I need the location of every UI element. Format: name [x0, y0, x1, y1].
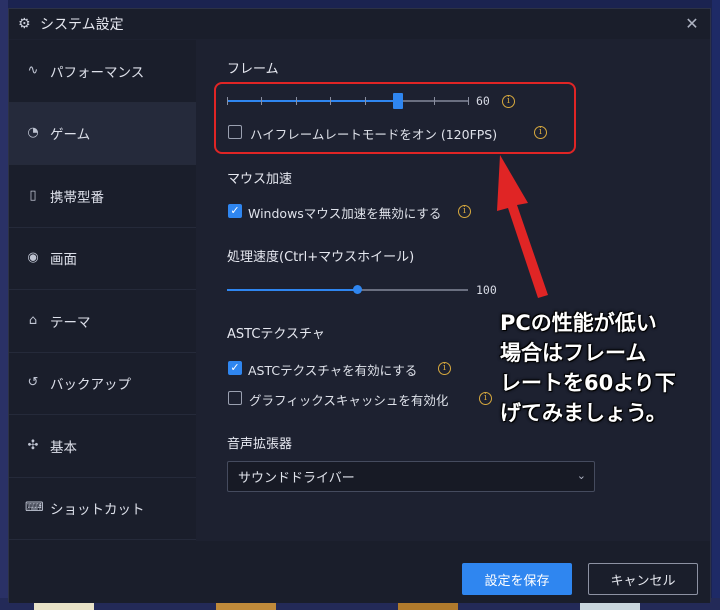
sidebar: ∿ パフォーマンス ◔ ゲーム ▯ 携帯型番 ◉ 画面 ⌂ テーマ ↺ バックア…	[9, 40, 196, 541]
sidebar-item-label: 携帯型番	[50, 189, 104, 206]
display-icon: ◉	[27, 250, 39, 266]
shirt-icon: ⌂	[28, 312, 38, 328]
astc-enable-label: ASTCテクスチャを有効にする	[248, 363, 418, 378]
sidebar-item-backup[interactable]: ↺ バックアップ	[9, 353, 196, 415]
history-icon: ↺	[27, 375, 39, 391]
annotation-text: PCの性能が低い 場合はフレーム レートを60より下 げてみましょう。	[500, 308, 690, 428]
keyboard-icon: ⌨	[25, 500, 44, 516]
disable-mouse-accel-label: Windowsマウス加速を無効にする	[248, 206, 442, 221]
sidebar-item-label: ゲーム	[50, 127, 91, 144]
graphics-cache-label: グラフィックスキャッシュを有効化	[249, 393, 449, 408]
sidebar-item-theme[interactable]: ⌂ テーマ	[9, 290, 196, 353]
astc-section-title: ASTCテクスチャ	[227, 327, 325, 342]
annotation-line: レートを60より下	[500, 371, 676, 395]
sidebar-item-label: ショットカット	[50, 502, 145, 519]
sidebar-item-device[interactable]: ▯ 携帯型番	[9, 165, 196, 228]
dialog-footer: 設定を保存 キャンセル	[9, 541, 710, 603]
sidebar-item-label: パフォーマンス	[50, 64, 145, 81]
sidebar-item-shortcut[interactable]: ⌨ ショットカット	[9, 478, 196, 540]
pulse-icon: ∿	[27, 62, 39, 78]
info-icon[interactable]: i	[479, 392, 492, 405]
annotation-line: 場合はフレーム	[500, 341, 647, 365]
sidebar-item-label: バックアップ	[50, 377, 131, 394]
astc-enable-checkbox[interactable]: ✓	[228, 361, 242, 375]
sidebar-item-display[interactable]: ◉ 画面	[9, 228, 196, 290]
frame-section-title: フレーム	[227, 62, 279, 77]
audio-section-title: 音声拡張器	[227, 437, 293, 452]
highlight-box	[214, 82, 576, 154]
gear-icon: ⚙	[18, 16, 31, 32]
disable-mouse-accel-checkbox[interactable]: ✓	[228, 204, 242, 218]
close-button[interactable]: ✕	[682, 14, 702, 34]
puzzle-icon: ✣	[27, 437, 39, 453]
sidebar-item-label: テーマ	[50, 314, 91, 331]
chevron-down-icon: ⌄	[576, 469, 586, 482]
background-app-left	[0, 0, 8, 610]
background-app-right	[712, 0, 720, 610]
processing-slider-value: 100	[476, 283, 497, 297]
mouse-section-title: マウス加速	[227, 172, 293, 187]
title-bar: ⚙ システム設定 ✕	[9, 9, 710, 39]
processing-slider-handle[interactable]	[352, 285, 362, 294]
audio-device-select[interactable]: サウンドドライバー ⌄	[227, 461, 595, 492]
graphics-cache-checkbox[interactable]	[228, 391, 242, 405]
window-title: システム設定	[40, 17, 124, 33]
cancel-button[interactable]: キャンセル	[588, 563, 698, 595]
info-icon[interactable]: i	[438, 362, 451, 375]
audio-device-value: サウンドドライバー	[238, 471, 355, 486]
gamepad-icon: ◔	[27, 125, 39, 141]
sidebar-item-label: 画面	[50, 252, 77, 269]
sidebar-item-label: 基本	[50, 439, 77, 456]
sidebar-item-performance[interactable]: ∿ パフォーマンス	[9, 40, 196, 103]
phone-icon: ▯	[29, 187, 37, 203]
sidebar-item-basic[interactable]: ✣ 基本	[9, 415, 196, 478]
annotation-line: げてみましょう。	[500, 401, 667, 425]
info-icon[interactable]: i	[458, 205, 471, 218]
sidebar-item-game[interactable]: ◔ ゲーム	[9, 102, 196, 165]
save-settings-button[interactable]: 設定を保存	[462, 563, 572, 595]
processing-section-title: 処理速度(Ctrl+マウスホイール)	[227, 250, 415, 265]
processing-slider-fill	[227, 289, 358, 291]
annotation-line: PCの性能が低い	[500, 311, 657, 335]
